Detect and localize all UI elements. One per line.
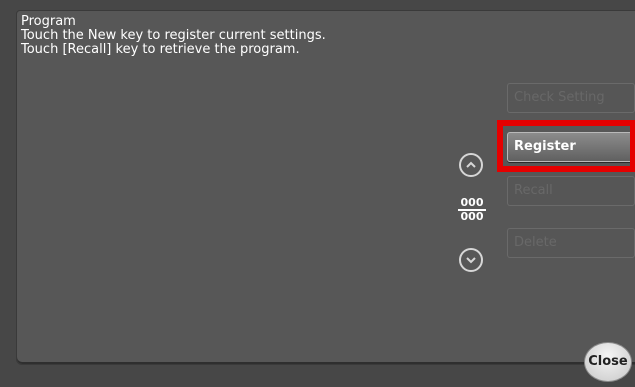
program-counter: 000 000	[458, 197, 486, 223]
recall-button[interactable]: Recall	[507, 176, 635, 206]
message-title: Program	[21, 14, 76, 29]
close-button[interactable]: Close	[584, 342, 632, 382]
message-line-2: Touch [Recall] key to retrieve the progr…	[21, 42, 300, 57]
program-panel: Program Touch the New key to register cu…	[16, 10, 635, 365]
check-setting-button[interactable]: Check Setting	[507, 83, 635, 113]
chevron-up-circle-icon[interactable]	[459, 153, 483, 177]
message-area: Program Touch the New key to register cu…	[21, 15, 326, 57]
counter-total: 000	[460, 210, 484, 223]
message-line-1: Touch the New key to register current se…	[21, 28, 326, 43]
chevron-down-circle-icon[interactable]	[459, 248, 483, 272]
delete-button[interactable]: Delete	[507, 228, 635, 258]
program-screen: Program Touch the New key to register cu…	[0, 0, 635, 387]
counter-current: 000	[458, 197, 486, 211]
register-highlight-box	[497, 120, 635, 172]
